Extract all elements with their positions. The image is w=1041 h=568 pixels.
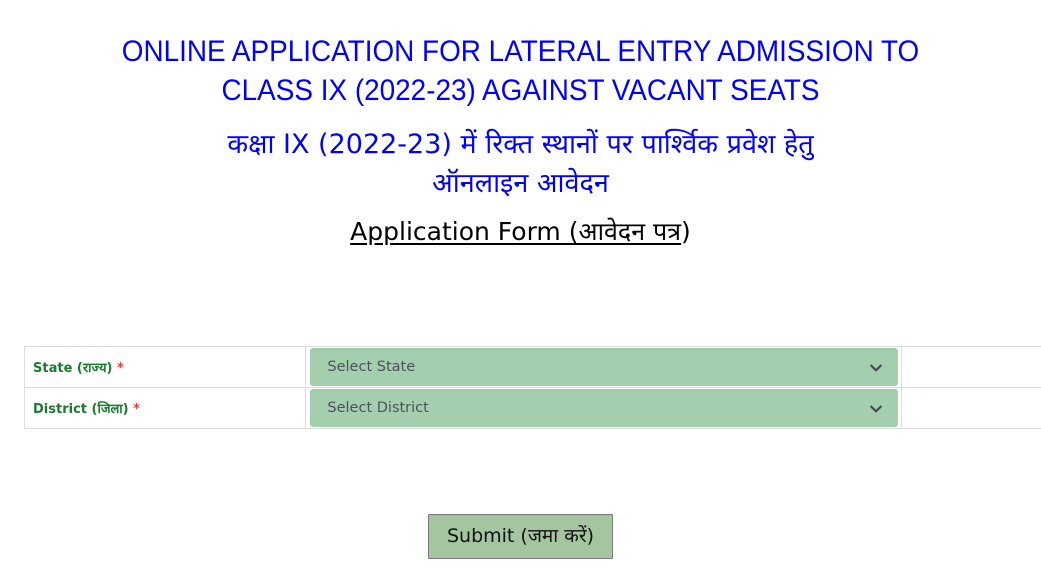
district-label-english: District — [33, 402, 87, 417]
district-select[interactable]: Select District — [310, 389, 899, 427]
district-label-hindi: (जिला) — [91, 402, 129, 417]
state-label-hindi: (राज्य) — [76, 361, 113, 376]
state-field-cell: Select State — [305, 346, 903, 388]
table-row: District (जिला) * Select District — [23, 387, 1041, 429]
state-required-asterisk: * — [117, 361, 124, 376]
district-row-spacer — [901, 387, 1041, 429]
district-select-value: Select District — [327, 400, 429, 416]
page-title-english: ONLINE APPLICATION FOR LATERAL ENTRY ADM… — [121, 35, 920, 108]
form-section-title: Application Form (आवेदन पत्र) — [0, 215, 1041, 249]
submit-area: Submit (जमा करें) — [0, 514, 1041, 559]
form-section-title-close: ) — [681, 217, 691, 246]
state-select-value: Select State — [327, 359, 416, 375]
state-label-english: State — [33, 361, 73, 376]
state-label-cell: State (राज्य) * — [23, 346, 307, 388]
submit-button[interactable]: Submit (जमा करें) — [427, 514, 614, 559]
application-page: ONLINE APPLICATION FOR LATERAL ENTRY ADM… — [0, 0, 1041, 568]
district-required-asterisk: * — [133, 402, 140, 417]
state-select[interactable]: Select State — [310, 348, 899, 386]
form-section-title-hindi: आवेदन पत्र — [578, 217, 682, 246]
chevron-down-icon — [869, 361, 883, 375]
state-row-spacer — [901, 346, 1041, 388]
form-section-title-english: Application Form ( — [350, 217, 579, 246]
table-row: State (राज्य) * Select State — [23, 346, 1041, 388]
district-field-cell: Select District — [305, 387, 903, 429]
application-form-table: State (राज्य) * Select State District (ज… — [23, 346, 1041, 429]
page-title-hindi: कक्षा IX (2022-23) में रिक्त स्थानों पर … — [227, 129, 814, 200]
chevron-down-icon — [869, 402, 883, 416]
district-label-cell: District (जिला) * — [23, 387, 307, 429]
